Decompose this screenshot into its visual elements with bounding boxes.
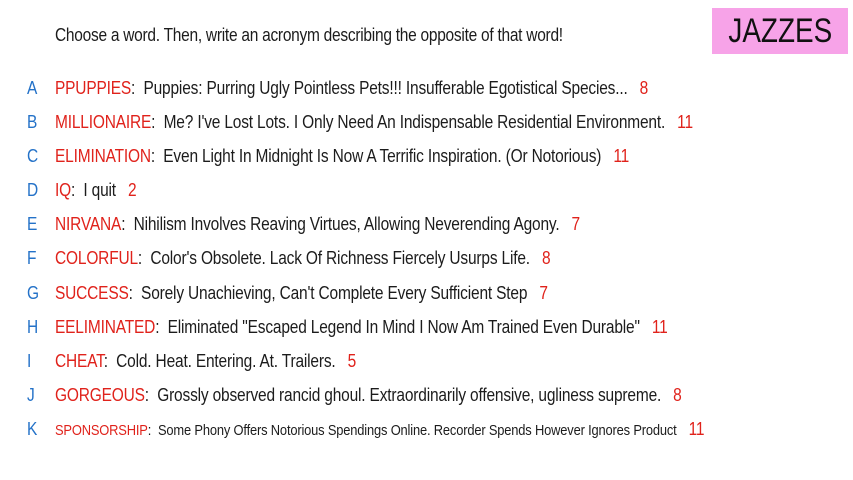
entry-colon: : bbox=[151, 112, 156, 132]
entry-line: IQ: I quit 2 bbox=[55, 176, 137, 204]
entry-colon: : bbox=[155, 317, 160, 337]
entry-line: SUCCESS: Sorely Unachieving, Can't Compl… bbox=[55, 279, 548, 307]
entry-acronym: Grossly observed rancid ghoul. Extraordi… bbox=[157, 385, 662, 405]
entry-acronym: Nihilism Involves Reaving Virtues, Allow… bbox=[133, 214, 560, 234]
entry-acronym: Me? I've Lost Lots. I Only Need An Indis… bbox=[163, 112, 666, 132]
entry-score: 2 bbox=[127, 180, 137, 200]
entry-line: MILLIONAIRE: Me? I've Lost Lots. I Only … bbox=[55, 108, 693, 136]
entry-acronym: I quit bbox=[83, 180, 116, 200]
entry-f[interactable]: F COLORFUL: Color's Obsolete. Lack Of Ri… bbox=[0, 244, 853, 272]
entry-line: SPONSORSHIP: Some Phony Offers Notorious… bbox=[55, 415, 705, 445]
entry-score: 7 bbox=[539, 283, 548, 303]
entry-colon: : bbox=[121, 214, 126, 234]
entry-score: 11 bbox=[651, 317, 668, 337]
entry-letter: D bbox=[27, 180, 39, 200]
entry-word: COLORFUL bbox=[55, 248, 138, 268]
entry-line: GORGEOUS: Grossly observed rancid ghoul.… bbox=[55, 381, 682, 409]
entry-score: 8 bbox=[673, 385, 682, 405]
entry-colon: : bbox=[144, 385, 149, 405]
entry-colon: : bbox=[71, 180, 76, 200]
entry-word: NIRVANA bbox=[55, 214, 122, 234]
entry-e[interactable]: E NIRVANA: Nihilism Involves Reaving Vir… bbox=[0, 210, 853, 238]
entry-word: IQ bbox=[55, 180, 72, 200]
prompt-text: Choose a word. Then, write an acronym de… bbox=[55, 25, 563, 45]
answer-badge-label: JAZZES bbox=[728, 12, 832, 50]
entry-letter: H bbox=[27, 317, 39, 337]
entry-score: 8 bbox=[541, 248, 551, 268]
entry-line: PPUPPIES: Puppies: Purring Ugly Pointles… bbox=[55, 74, 648, 102]
entry-h[interactable]: H EELIMINATED: Eliminated "Escaped Legen… bbox=[0, 313, 853, 341]
entry-acronym: Cold. Heat. Entering. At. Trailers. bbox=[116, 351, 336, 371]
entry-colon: : bbox=[150, 146, 156, 166]
entry-a[interactable]: A PPUPPIES: Puppies: Purring Ugly Pointl… bbox=[0, 74, 853, 102]
entry-acronym: Color's Obsolete. Lack Of Richness Fierc… bbox=[150, 248, 530, 268]
entry-letter: J bbox=[27, 385, 35, 405]
entry-line: CHEAT: Cold. Heat. Entering. At. Trailer… bbox=[55, 347, 356, 375]
entry-letter: K bbox=[27, 419, 38, 439]
entry-colon: : bbox=[137, 248, 143, 268]
entry-score: 11 bbox=[613, 146, 630, 166]
entry-b[interactable]: B MILLIONAIRE: Me? I've Lost Lots. I Onl… bbox=[0, 108, 853, 136]
entry-word: EELIMINATED bbox=[55, 317, 156, 337]
entry-letter: G bbox=[27, 283, 40, 303]
entry-score: 8 bbox=[639, 78, 649, 98]
entry-k[interactable]: K SPONSORSHIP: Some Phony Offers Notorio… bbox=[0, 415, 853, 443]
entry-letter: E bbox=[27, 214, 38, 234]
entry-colon: : bbox=[147, 422, 152, 439]
entry-score: 7 bbox=[571, 214, 581, 234]
entry-colon: : bbox=[128, 283, 133, 303]
entry-c[interactable]: C ELIMINATION: Even Light In Midnight Is… bbox=[0, 142, 853, 170]
entry-word: CHEAT bbox=[55, 351, 104, 371]
entry-letter: C bbox=[27, 146, 39, 166]
answer-badge: JAZZES bbox=[712, 8, 848, 54]
entry-colon: : bbox=[131, 78, 136, 98]
entry-letter: F bbox=[27, 248, 37, 268]
entry-word: PPUPPIES bbox=[55, 78, 132, 98]
entry-score: 11 bbox=[688, 419, 705, 439]
entry-word: MILLIONAIRE bbox=[55, 112, 152, 132]
entry-score: 11 bbox=[677, 112, 693, 132]
entry-letter: I bbox=[27, 351, 32, 371]
entry-acronym: Puppies: Purring Ugly Pointless Pets!!! … bbox=[143, 78, 628, 98]
entry-i[interactable]: I CHEAT: Cold. Heat. Entering. At. Trail… bbox=[0, 347, 853, 375]
entry-line: EELIMINATED: Eliminated "Escaped Legend … bbox=[55, 313, 668, 341]
entry-word: SPONSORSHIP bbox=[55, 422, 148, 439]
entry-line: ELIMINATION: Even Light In Midnight Is N… bbox=[55, 142, 629, 170]
entry-word: GORGEOUS bbox=[55, 385, 145, 405]
entry-d[interactable]: D IQ: I quit 2 bbox=[0, 176, 853, 204]
entry-colon: : bbox=[103, 351, 108, 371]
entry-g[interactable]: G SUCCESS: Sorely Unachieving, Can't Com… bbox=[0, 279, 853, 307]
entry-acronym: Sorely Unachieving, Can't Complete Every… bbox=[141, 283, 528, 303]
entry-j[interactable]: J GORGEOUS: Grossly observed rancid ghou… bbox=[0, 381, 853, 409]
entry-line: COLORFUL: Color's Obsolete. Lack Of Rich… bbox=[55, 244, 551, 272]
entry-score: 5 bbox=[347, 351, 357, 371]
entry-letter: A bbox=[27, 78, 38, 98]
entry-word: SUCCESS bbox=[55, 283, 129, 303]
entry-letter: B bbox=[27, 112, 38, 132]
entry-acronym: Some Phony Offers Notorious Spendings On… bbox=[157, 422, 677, 439]
entry-word: ELIMINATION bbox=[55, 146, 151, 166]
entry-acronym: Even Light In Midnight Is Now A Terrific… bbox=[163, 146, 602, 166]
entry-acronym: Eliminated "Escaped Legend In Mind I Now… bbox=[167, 317, 640, 337]
entry-line: NIRVANA: Nihilism Involves Reaving Virtu… bbox=[55, 210, 580, 238]
